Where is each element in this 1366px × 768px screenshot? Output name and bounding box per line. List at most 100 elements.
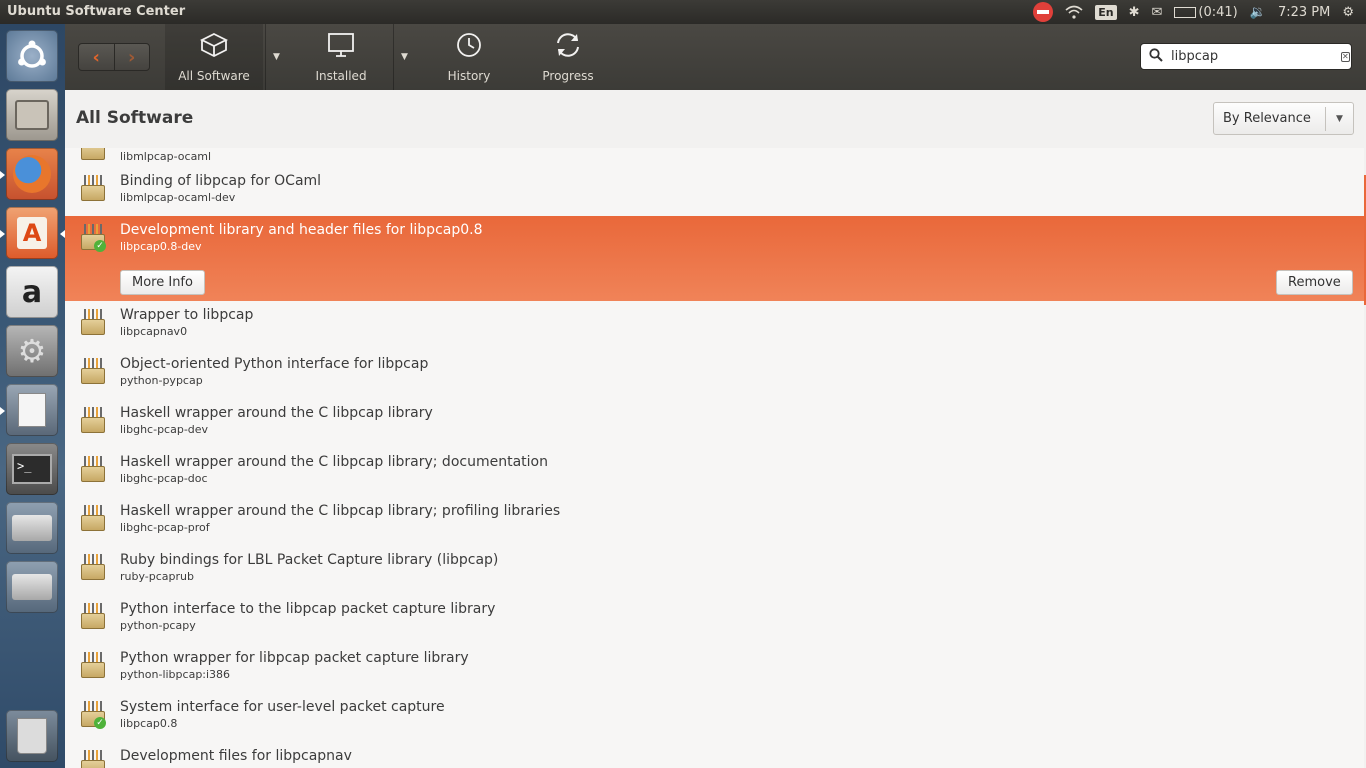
page-title: All Software [76,108,194,128]
search-input[interactable] [1171,49,1341,64]
toolbar: ‹ › All Software ▼ Installed ▼ History P… [65,24,1366,90]
list-item[interactable]: Binding of libpcap for OCaml libmlpcap-o… [65,167,1364,216]
update-notification-icon[interactable] [1033,2,1054,22]
drive-icon[interactable] [6,502,58,554]
list-item[interactable]: Wrapper to libpcap libpcapnav0 [65,301,1364,350]
files-icon[interactable] [6,89,58,141]
terminal-icon[interactable]: >_ [6,443,58,495]
app-title: Binding of libpcap for OCaml [120,173,322,189]
refresh-icon [553,32,583,65]
clock[interactable]: 7:23 PM [1278,5,1330,20]
package-icon: ✓ [81,701,106,729]
app-title: Python wrapper for libpcap packet captur… [120,650,469,666]
package-icon [81,407,105,433]
package-name: libpcap0.8-dev [120,240,202,253]
battery-indicator[interactable]: (0:41) [1174,4,1238,20]
volume-icon[interactable]: 🔉 [1250,5,1266,20]
list-item-selected[interactable]: ✓ Development library and header files f… [65,216,1364,301]
app-title: Haskell wrapper around the C libpcap lib… [120,405,433,421]
tab-all-software[interactable]: All Software [165,24,263,90]
package-icon: ✓ [81,224,106,252]
amazon-icon[interactable]: a [6,266,58,318]
package-icon [81,505,105,531]
all-software-dropdown-arrow[interactable]: ▼ [265,24,287,90]
list-item[interactable]: ✓ System interface for user-level packet… [65,693,1364,742]
launcher: A a ⚙ >_ [0,24,65,768]
list-item[interactable]: Haskell wrapper around the C libpcap lib… [65,399,1364,448]
sort-dropdown[interactable]: By Relevance ▼ [1213,102,1354,135]
navigation-buttons: ‹ › [78,43,150,71]
search-icon [1149,47,1163,66]
tab-label: Progress [542,68,594,83]
back-button[interactable]: ‹ [79,44,114,70]
gear-icon[interactable]: ⚙ [1342,5,1354,20]
package-icon [81,175,105,201]
tab-history[interactable]: History [421,24,517,90]
window-title: Ubuntu Software Center [7,4,186,19]
app-title: Development library and header files for… [120,222,483,238]
tab-label: History [447,68,491,83]
package-name: libmlpcap-ocaml [120,150,212,163]
package-name: python-pypcap [120,374,203,387]
bluetooth-icon[interactable]: ✱ [1129,5,1140,20]
text-editor-icon[interactable] [6,384,58,436]
package-icon [81,358,105,384]
keyboard-layout-indicator[interactable]: En [1095,4,1117,20]
trash-icon[interactable] [6,710,58,762]
drive-icon[interactable] [6,561,58,613]
package-name: ruby-pcaprub [120,570,194,583]
running-indicator [0,171,5,179]
firefox-icon[interactable] [6,148,58,200]
clock-icon [454,32,484,65]
remove-button[interactable]: Remove [1276,270,1353,295]
list-item[interactable]: Object-oriented Python interface for lib… [65,350,1364,399]
package-icon [81,456,105,482]
list-item[interactable]: Python wrapper for libpcap packet captur… [65,644,1364,693]
ubuntu-logo-icon[interactable] [6,30,58,82]
tab-installed[interactable]: Installed [293,24,389,90]
list-item[interactable]: Ruby bindings for LBL Packet Capture lib… [65,546,1364,595]
package-name: libghc-pcap-dev [120,423,209,436]
app-title: System interface for user-level packet c… [120,699,445,715]
content-header: All Software By Relevance ▼ [65,90,1366,148]
system-settings-icon[interactable]: ⚙ [6,325,58,377]
more-info-button[interactable]: More Info [120,270,205,295]
sort-value: By Relevance [1223,111,1311,126]
package-name: libpcapnav0 [120,325,188,338]
search-box: ✕ [1140,43,1352,70]
package-icon [81,750,105,768]
app-title: Python interface to the libpcap packet c… [120,601,496,617]
software-list: libmlpcap-ocaml Binding of libpcap for O… [65,148,1364,768]
installed-check-icon: ✓ [94,240,106,252]
clear-search-icon[interactable]: ✕ [1341,51,1350,62]
app-title: Development files for libpcapnav [120,748,352,764]
forward-button[interactable]: › [113,44,150,70]
package-name: libghc-pcap-doc [120,472,208,485]
package-name: libpcap0.8 [120,717,178,730]
package-icon [81,652,105,678]
top-panel: Ubuntu Software Center En ✱ ✉ (0:41) 🔉 7… [0,0,1366,24]
package-name: python-pcapy [120,619,196,632]
installed-dropdown-arrow[interactable]: ▼ [393,24,415,90]
package-icon [81,603,105,629]
battery-icon [1174,6,1197,18]
list-item[interactable]: Haskell wrapper around the C libpcap lib… [65,448,1364,497]
chevron-down-icon: ▼ [1325,107,1353,131]
tab-progress[interactable]: Progress [520,24,616,90]
battery-time: (0:41) [1198,4,1238,20]
app-title: Object-oriented Python interface for lib… [120,356,429,372]
package-icon [81,554,105,580]
package-icon [81,148,105,160]
package-icon [81,309,105,335]
list-item[interactable]: Haskell wrapper around the C libpcap lib… [65,497,1364,546]
package-name: libmlpcap-ocaml-dev [120,191,236,204]
software-center-icon[interactable]: A [6,207,58,259]
list-item[interactable]: Python interface to the libpcap packet c… [65,595,1364,644]
mail-icon[interactable]: ✉ [1152,5,1163,20]
app-title: Ruby bindings for LBL Packet Capture lib… [120,552,499,568]
running-indicator [0,407,5,415]
wifi-icon[interactable] [1065,5,1083,19]
list-item[interactable]: Development files for libpcapnav [65,742,1364,768]
running-indicator [0,230,5,238]
box-icon [199,32,229,65]
